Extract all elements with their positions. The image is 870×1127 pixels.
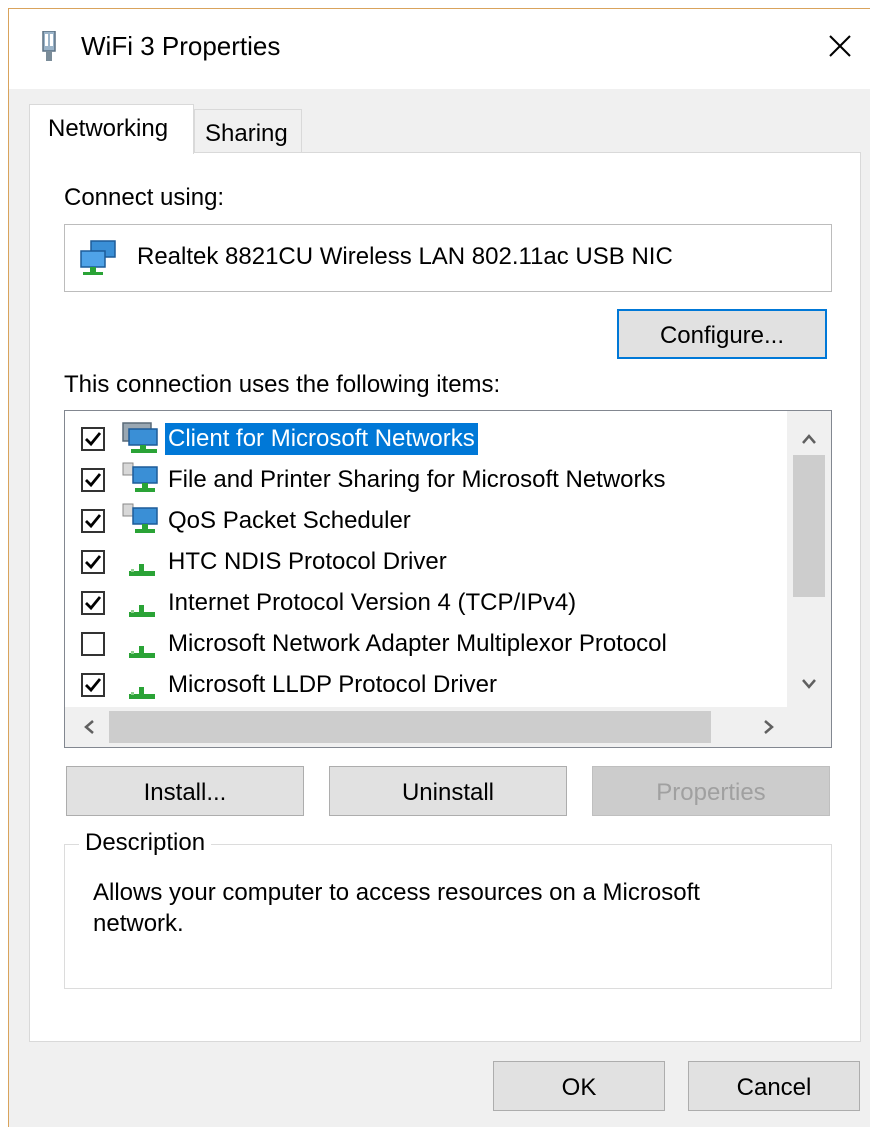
description-legend: Description — [79, 829, 212, 857]
properties-window: WiFi 3 Properties Networking Sharing Con… — [8, 8, 870, 1127]
item-label: QoS Packet Scheduler — [168, 507, 411, 534]
scroll-left-button[interactable] — [69, 707, 109, 747]
network-service-icon — [121, 503, 161, 539]
close-button[interactable] — [817, 23, 863, 69]
install-button[interactable]: Install... — [66, 766, 304, 816]
item-checkbox[interactable] — [81, 550, 105, 574]
connect-using-label: Connect using: — [64, 184, 225, 211]
list-item[interactable]: HTC NDIS Protocol Driver — [65, 542, 785, 582]
configure-button[interactable]: Configure... — [617, 309, 827, 359]
uninstall-button[interactable]: Uninstall — [329, 766, 567, 816]
vertical-scrollbar[interactable] — [787, 411, 831, 707]
network-service-icon — [121, 462, 161, 498]
network-client-icon — [121, 421, 161, 457]
item-checkbox[interactable] — [81, 673, 105, 697]
horizontal-scrollbar[interactable] — [65, 707, 831, 747]
item-label: Internet Protocol Version 4 (TCP/IPv4) — [168, 589, 577, 616]
checkmark-icon — [85, 555, 102, 570]
ok-button[interactable]: OK — [493, 1061, 665, 1111]
list-item[interactable]: Internet Protocol Version 4 (TCP/IPv4) — [65, 583, 785, 623]
item-label: Client for Microsoft Networks — [165, 423, 478, 455]
tab-sharing[interactable]: Sharing — [194, 109, 302, 153]
scrollbar-corner — [787, 707, 831, 747]
close-icon — [829, 35, 851, 57]
network-adapter-monitor-icon — [79, 239, 119, 277]
scroll-down-button[interactable] — [787, 665, 831, 703]
list-item[interactable]: Microsoft LLDP Protocol Driver — [65, 665, 785, 705]
items-section-label: This connection uses the following items… — [64, 371, 501, 398]
description-group: Description Allows your computer to acce… — [64, 829, 832, 989]
adapter-name: Realtek 8821CU Wireless LAN 802.11ac USB… — [137, 243, 673, 270]
item-label: Microsoft LLDP Protocol Driver — [168, 671, 497, 698]
list-item[interactable]: QoS Packet Scheduler — [65, 501, 785, 541]
adapter-box: Realtek 8821CU Wireless LAN 802.11ac USB… — [64, 224, 832, 292]
item-checkbox[interactable] — [81, 632, 105, 656]
scroll-right-button[interactable] — [749, 707, 789, 747]
title-bar: WiFi 3 Properties — [9, 9, 870, 89]
vertical-scroll-thumb[interactable] — [793, 455, 825, 597]
item-checkbox[interactable] — [81, 591, 105, 615]
protocol-icon — [121, 667, 161, 703]
tab-networking[interactable]: Networking — [29, 104, 194, 154]
item-checkbox[interactable] — [81, 427, 105, 451]
horizontal-scroll-thumb[interactable] — [109, 711, 711, 743]
list-item[interactable]: Microsoft Network Adapter Multiplexor Pr… — [65, 624, 785, 664]
scroll-up-button[interactable] — [787, 419, 831, 457]
item-checkbox[interactable] — [81, 468, 105, 492]
list-item[interactable]: File and Printer Sharing for Microsoft N… — [65, 460, 785, 500]
chevron-down-icon — [802, 679, 816, 689]
item-checkbox[interactable] — [81, 509, 105, 533]
chevron-left-icon — [84, 720, 94, 734]
protocol-icon — [121, 585, 161, 621]
checkmark-icon — [85, 473, 102, 488]
chevron-right-icon — [764, 720, 774, 734]
item-label: HTC NDIS Protocol Driver — [168, 548, 447, 575]
window-title: WiFi 3 Properties — [81, 31, 281, 61]
protocol-icon — [121, 544, 161, 580]
cancel-button[interactable]: Cancel — [688, 1061, 860, 1111]
list-item[interactable]: Client for Microsoft Networks — [65, 419, 785, 459]
items-listbox[interactable]: Client for Microsoft Networks File and Pr… — [64, 410, 832, 748]
checkmark-icon — [85, 596, 102, 611]
checkmark-icon — [85, 514, 102, 529]
properties-button: Properties — [592, 766, 830, 816]
checkmark-icon — [85, 432, 102, 447]
checkmark-icon — [85, 678, 102, 693]
item-label: File and Printer Sharing for Microsoft N… — [168, 466, 666, 493]
chevron-up-icon — [802, 434, 816, 444]
description-text: Allows your computer to access resources… — [93, 879, 700, 937]
network-adapter-icon — [39, 30, 59, 65]
protocol-icon — [121, 626, 161, 662]
item-label: Microsoft Network Adapter Multiplexor Pr… — [168, 630, 667, 657]
